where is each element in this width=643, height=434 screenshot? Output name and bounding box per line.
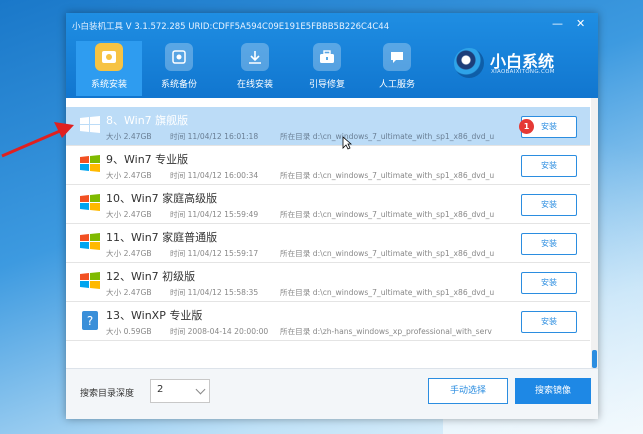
nav-label: 人工服务 (378, 80, 415, 90)
item-time: 时间 11/04/12 15:58:35 (170, 288, 259, 297)
item-name: 13、WinXP 专业版 (106, 309, 203, 322)
item-time: 时间 11/04/12 15:59:49 (170, 210, 259, 219)
item-time: 时间 11/04/12 16:00:34 (170, 171, 259, 180)
backup-icon (165, 43, 193, 71)
nav-system-install[interactable]: 系统安装 (76, 41, 142, 96)
unknown-file-icon: ? (82, 311, 98, 330)
list-scrollbar[interactable] (591, 98, 598, 368)
list-item[interactable]: 8、Win7 旗舰版 大小 2.47GB 时间 11/04/12 16:01:18… (66, 107, 590, 146)
list-item[interactable]: 10、Win7 家庭高级版 大小 2.47GB 时间 11/04/12 15:59… (66, 185, 590, 224)
download-icon (241, 43, 269, 71)
image-list: 8、Win7 旗舰版 大小 2.47GB 时间 11/04/12 16:01:18… (66, 98, 598, 368)
logo-icon (454, 48, 484, 78)
item-info: 大小 0.59GB 时间 2008-04-14 20:00:00 所在目录 d:\z… (106, 326, 492, 337)
list-item[interactable]: ? 13、WinXP 专业版 大小 0.59GB 时间 2008-04-14 20… (66, 302, 590, 341)
item-size: 大小 2.47GB (106, 171, 152, 180)
item-name: 9、Win7 专业版 (106, 153, 189, 166)
item-name: 12、Win7 初级版 (106, 270, 196, 283)
depth-value: 2 (157, 384, 164, 395)
nav-online-install[interactable]: 在线安装 (222, 41, 288, 96)
windows-logo-icon (80, 272, 100, 289)
item-path: 所在目录 d:\cn_windows_7_ultimate_with_sp1_x… (280, 210, 495, 219)
item-info: 大小 2.47GB 时间 11/04/12 15:59:17 所在目录 d:\cn_… (106, 248, 494, 259)
nav-label: 系统备份 (160, 80, 197, 90)
nav-label: 系统安装 (90, 80, 127, 90)
install-button[interactable]: 安装 (521, 155, 577, 177)
item-size: 大小 2.47GB (106, 249, 152, 258)
item-time: 时间 2008-04-14 20:00:00 (170, 327, 269, 336)
close-button[interactable]: ✕ (576, 17, 585, 31)
chevron-down-icon (195, 384, 206, 395)
item-path: 所在目录 d:\cn_windows_7_ultimate_with_sp1_x… (280, 288, 495, 297)
windows-logo-icon (80, 116, 100, 133)
minimize-button[interactable]: — (552, 17, 563, 31)
item-size: 大小 2.47GB (106, 288, 152, 297)
list-item[interactable]: 12、Win7 初级版 大小 2.47GB 时间 11/04/12 15:58:3… (66, 263, 590, 302)
logo-url: XIAOBAIXITONG.COM (491, 69, 555, 75)
scrollbar-thumb[interactable] (592, 350, 597, 368)
item-time: 时间 11/04/12 16:01:18 (170, 132, 259, 141)
item-time: 时间 11/04/12 15:59:17 (170, 249, 259, 258)
item-path: 所在目录 d:\cn_windows_7_ultimate_with_sp1_x… (280, 249, 495, 258)
install-button[interactable]: 安装 (521, 194, 577, 216)
windows-logo-icon (80, 155, 100, 172)
item-size: 大小 2.47GB (106, 210, 152, 219)
step-badge: 1 (519, 119, 534, 134)
item-size: 大小 0.59GB (106, 327, 152, 336)
nav-label: 在线安装 (236, 80, 273, 90)
red-arrow-annotation (1, 122, 74, 158)
item-path: 所在目录 d:\cn_windows_7_ultimate_with_sp1_x… (280, 171, 495, 180)
nav-label: 引导修复 (308, 80, 345, 90)
depth-label: 搜索目录深度 (80, 389, 135, 399)
app-window: 小白装机工具 V 3.1.572.285 URID:CDFF5A594C09E1… (66, 13, 598, 419)
windows-logo-icon (80, 194, 100, 211)
list-item (66, 341, 590, 368)
nav-boot-repair[interactable]: 引导修复 (294, 41, 360, 96)
item-info: 大小 2.47GB 时间 11/04/12 15:58:35 所在目录 d:\cn_… (106, 287, 494, 298)
nav-human-service[interactable]: 人工服务 (364, 41, 430, 96)
list-item[interactable]: 9、Win7 专业版 大小 2.47GB 时间 11/04/12 16:00:34… (66, 146, 590, 185)
install-button[interactable]: 安装 (521, 272, 577, 294)
manual-select-button[interactable]: 手动选择 (428, 378, 508, 404)
item-info: 大小 2.47GB 时间 11/04/12 16:00:34 所在目录 d:\cn_… (106, 170, 494, 181)
list-item[interactable]: 11、Win7 家庭普通版 大小 2.47GB 时间 11/04/12 15:59… (66, 224, 590, 263)
install-button[interactable]: 安装 (521, 311, 577, 333)
mouse-cursor-icon (342, 136, 352, 150)
window-title: 小白装机工具 V 3.1.572.285 URID:CDFF5A594C09E1… (72, 22, 390, 32)
item-path: 所在目录 d:\cn_windows_7_ultimate_with_sp1_x… (280, 132, 495, 141)
chat-icon (383, 43, 411, 71)
toolbox-icon (313, 43, 341, 71)
depth-select[interactable]: 2 (150, 379, 210, 403)
footer-bar: 搜索目录深度 2 手动选择 搜索镜像 (66, 368, 598, 419)
item-name: 8、Win7 旗舰版 (106, 114, 189, 127)
install-button-label: 安装 (541, 122, 557, 131)
disc-install-icon (95, 43, 123, 71)
svg-text:?: ? (87, 314, 93, 328)
search-image-button[interactable]: 搜索镜像 (515, 378, 591, 404)
windows-logo-icon (80, 233, 100, 250)
item-path: 所在目录 d:\zh-hans_windows_xp_professional_… (280, 327, 492, 336)
item-name: 10、Win7 家庭高级版 (106, 192, 218, 205)
install-button[interactable]: 安装 (521, 233, 577, 255)
item-name: 11、Win7 家庭普通版 (106, 231, 218, 244)
install-button[interactable]: 1 安装 (519, 116, 577, 138)
nav-system-backup[interactable]: 系统备份 (146, 41, 212, 96)
item-info: 大小 2.47GB 时间 11/04/12 15:59:49 所在目录 d:\cn_… (106, 209, 494, 220)
item-info: 大小 2.47GB 时间 11/04/12 16:01:18 所在目录 d:\cn_… (106, 131, 494, 142)
item-size: 大小 2.47GB (106, 132, 152, 141)
brand-logo: 小白系统 XIAOBAIXITONG.COM (454, 46, 594, 86)
window-header: 小白装机工具 V 3.1.572.285 URID:CDFF5A594C09E1… (66, 13, 598, 98)
